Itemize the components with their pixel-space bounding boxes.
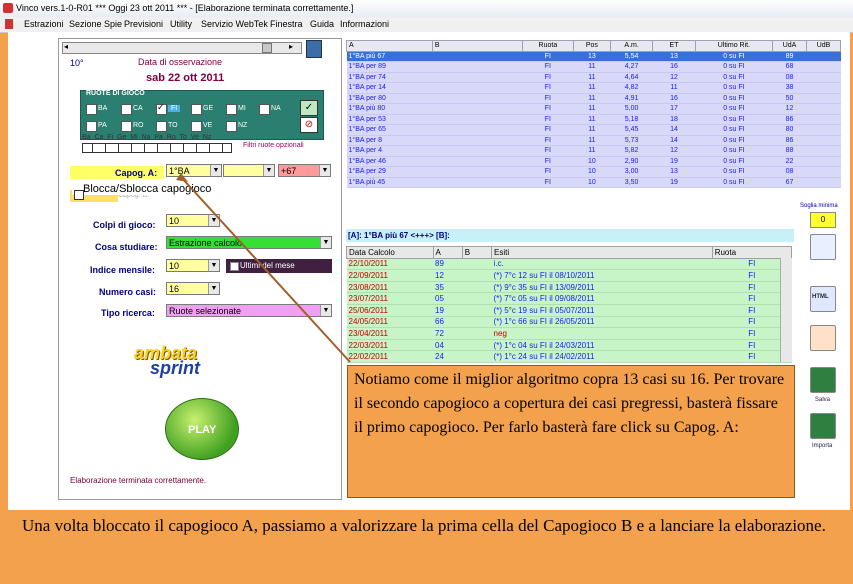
bottom-caption: Una volta bloccato il capogioco A, passi… bbox=[22, 516, 826, 535]
annotation-box: Notiamo come il miglior algoritmo copra … bbox=[347, 365, 795, 498]
